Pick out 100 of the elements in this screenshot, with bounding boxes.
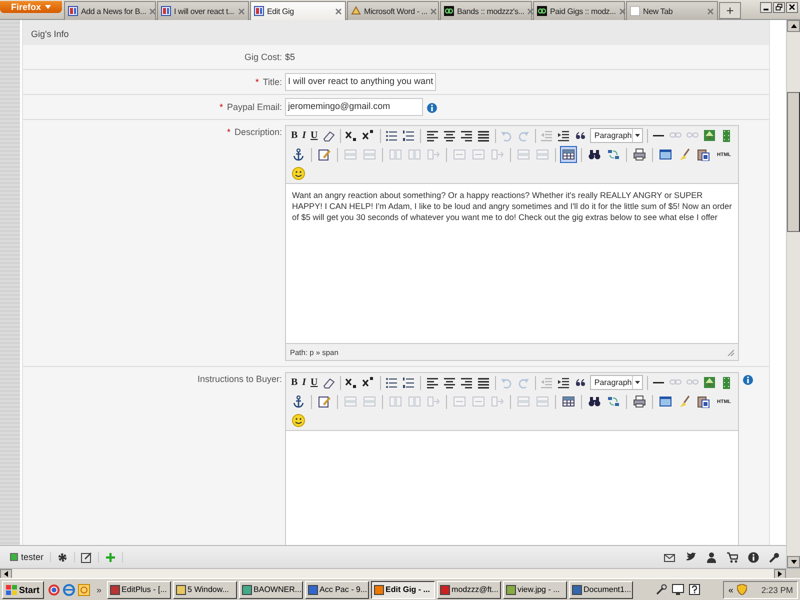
- bird-icon[interactable]: [685, 552, 696, 562]
- blank-page-icon: [630, 6, 640, 16]
- minimize-icon[interactable]: [760, 2, 772, 13]
- taskbar-button[interactable]: BAOWNER...: [238, 580, 303, 598]
- browser-tab[interactable]: Add a News for B...: [64, 1, 156, 20]
- browser-globe-icon[interactable]: [48, 584, 60, 596]
- quote-icon: [574, 376, 588, 389]
- resize-grip-icon[interactable]: [727, 348, 734, 356]
- taskbar-button[interactable]: modzzz@ft...: [436, 580, 501, 598]
- restore-icon[interactable]: [773, 2, 785, 13]
- taskbar-button[interactable]: view.jpg - ...: [502, 580, 567, 598]
- taskbar-button[interactable]: Edit Gig - ...: [370, 580, 435, 598]
- input-field[interactable]: I will over react to anything you want: [285, 73, 436, 91]
- italic-button[interactable]: I: [300, 127, 308, 144]
- table-split-icon: [491, 395, 504, 408]
- browser-tab[interactable]: Bands :: modzzz's...: [440, 1, 532, 20]
- align-justify-icon: [476, 129, 490, 142]
- start-button[interactable]: Start: [2, 580, 44, 598]
- more-button[interactable]: »: [94, 584, 105, 594]
- format-dropdown[interactable]: Paragraph: [590, 375, 643, 390]
- wrench-icon[interactable]: [656, 584, 667, 595]
- new-tab-button[interactable]: +: [719, 2, 741, 19]
- align-right-icon: [460, 376, 473, 389]
- table-icon: [562, 395, 575, 408]
- mail-icon[interactable]: [664, 552, 675, 562]
- gear-icon[interactable]: [56, 552, 68, 562]
- taskbar-button[interactable]: EditPlus - [...: [106, 580, 171, 598]
- bold-button[interactable]: B: [290, 374, 299, 391]
- browser-tab[interactable]: Paid Gigs :: modz...: [533, 1, 625, 20]
- superscript-icon: [362, 129, 376, 142]
- username[interactable]: tester: [21, 552, 44, 562]
- up-arrow-icon[interactable]: [790, 24, 796, 28]
- clipboard-icon: [697, 148, 710, 161]
- tray-expand-button[interactable]: «: [728, 584, 734, 594]
- windows-flag-icon: [6, 584, 17, 594]
- browser-tab[interactable]: I will over react t...: [157, 1, 249, 20]
- window-icon: [440, 584, 450, 594]
- picture-button[interactable]: [702, 127, 718, 144]
- brush-icon: [678, 148, 691, 161]
- browser-tab[interactable]: Edit Gig: [250, 1, 346, 20]
- format-dropdown[interactable]: Paragraph: [590, 128, 643, 143]
- window-icon: [374, 584, 384, 594]
- underline-button[interactable]: U: [309, 127, 319, 144]
- underline-button[interactable]: U: [309, 374, 319, 391]
- align-center-icon: [442, 376, 456, 389]
- browser-e-icon[interactable]: [62, 584, 75, 596]
- align-center-icon: [442, 129, 456, 142]
- taskbar-button[interactable]: Acc Pac - 9...: [304, 580, 369, 598]
- printer-button[interactable]: [631, 393, 648, 410]
- help-icon[interactable]: [688, 584, 700, 595]
- cart-icon[interactable]: [727, 552, 738, 562]
- printer-button[interactable]: [631, 146, 648, 163]
- required-mark: *: [226, 127, 230, 137]
- bold-button[interactable]: B: [290, 127, 299, 144]
- page-icon: [68, 6, 78, 16]
- vertical-scrollbar[interactable]: [786, 20, 800, 568]
- shield-icon[interactable]: [737, 584, 748, 595]
- edit-icon[interactable]: [80, 552, 92, 562]
- taskbar-button[interactable]: 5 Window...: [172, 580, 237, 598]
- person-icon[interactable]: [706, 552, 717, 562]
- printer-icon: [633, 148, 646, 161]
- browser-tab[interactable]: New Tab: [626, 1, 718, 20]
- page-icon: [254, 6, 264, 16]
- taskbar-button[interactable]: Document1...: [568, 580, 633, 598]
- app-icon[interactable]: [78, 584, 90, 596]
- down-arrow-icon[interactable]: [790, 560, 796, 564]
- browser-tab[interactable]: Microsoft Word - ...: [347, 1, 439, 20]
- replace-icon: [607, 395, 620, 408]
- input-field[interactable]: jeromemingo@gmail.com: [285, 98, 423, 116]
- smiley-button[interactable]: [290, 165, 307, 182]
- numbered-list-icon: [402, 129, 416, 142]
- right-arrow-icon[interactable]: [778, 571, 782, 577]
- scroll-thumb[interactable]: [787, 92, 800, 232]
- field-label: Instructions to Buyer:: [197, 374, 282, 384]
- picture-icon: [703, 129, 716, 142]
- printer-icon: [633, 395, 646, 408]
- field-label: Title:: [262, 77, 282, 87]
- left-arrow-icon[interactable]: [4, 571, 8, 577]
- table-merge-icon: [453, 148, 466, 161]
- plus-icon[interactable]: [104, 552, 116, 562]
- smiley-icon: [292, 167, 305, 180]
- bullet-list-icon: [385, 129, 398, 142]
- table-merge-icon: [472, 148, 485, 161]
- window-icon: [572, 584, 582, 594]
- editor-text-area[interactable]: [286, 183, 738, 343]
- required-mark: *: [219, 102, 223, 112]
- table-button[interactable]: [560, 146, 577, 163]
- wrench-icon[interactable]: [769, 552, 780, 562]
- close-icon[interactable]: [786, 2, 798, 13]
- monitor-icon[interactable]: [672, 584, 684, 595]
- picture-button[interactable]: [702, 374, 718, 391]
- smiley-button[interactable]: [290, 412, 307, 429]
- info-icon[interactable]: [748, 552, 759, 562]
- table-column-icon: [408, 395, 421, 408]
- undo-icon: [500, 376, 514, 389]
- logo-icon: [444, 6, 454, 16]
- horizontal-scrollbar[interactable]: [0, 568, 800, 578]
- italic-button[interactable]: I: [300, 374, 308, 391]
- clock: 2:23 PM: [761, 584, 793, 594]
- window-icon: [176, 584, 186, 594]
